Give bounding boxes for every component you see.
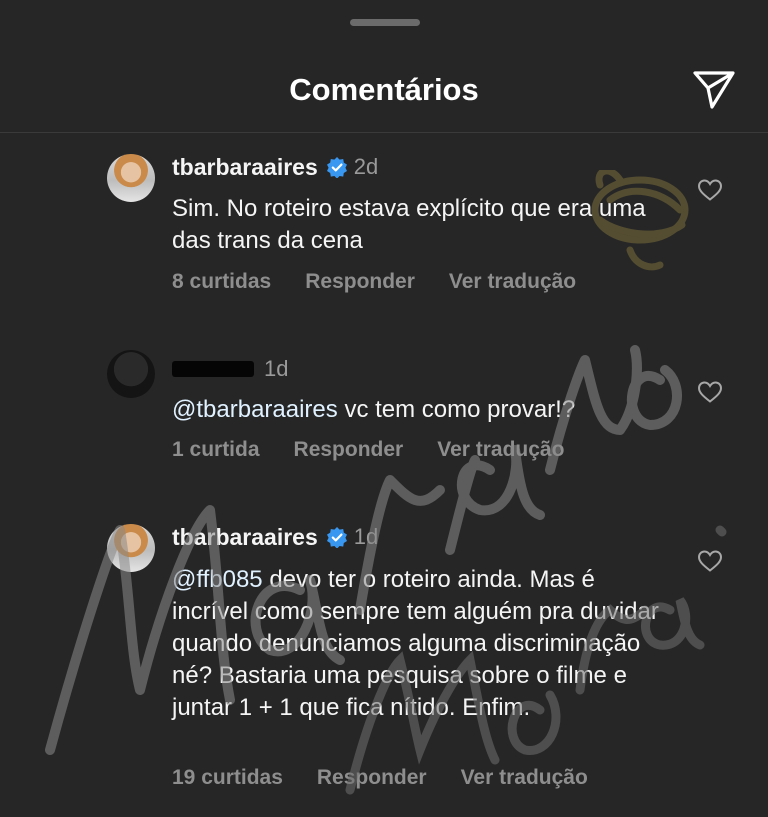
reply-button[interactable]: Responder — [294, 438, 404, 468]
reply-button[interactable]: Responder — [305, 270, 415, 300]
likes-count[interactable]: 19 curtidas — [172, 766, 283, 796]
reply-button[interactable]: Responder — [317, 766, 427, 796]
comment-username[interactable]: tbarbaraaires — [172, 524, 318, 551]
heart-icon[interactable] — [697, 380, 723, 404]
comment-text: @ffb085 devo ter o roteiro ainda. Mas é … — [172, 564, 662, 724]
send-icon[interactable] — [690, 68, 738, 112]
comment-time: 2d — [353, 154, 379, 179]
comment-body: vc tem como provar!? — [337, 396, 576, 423]
avatar[interactable] — [107, 524, 155, 572]
verified-badge-icon — [326, 157, 347, 178]
heart-icon[interactable] — [697, 178, 723, 202]
sheet-grabber[interactable] — [350, 19, 420, 26]
comment-time: 1d — [264, 356, 289, 381]
page-title: Comentários — [289, 72, 479, 107]
translate-button[interactable]: Ver tradução — [461, 766, 588, 796]
likes-count[interactable]: 8 curtidas — [172, 270, 271, 300]
likes-count[interactable]: 1 curtida — [172, 438, 260, 468]
comments-sheet: Comentários tbarbaraaires 2d Sim. No rot… — [0, 0, 768, 817]
comment-time: 1d — [353, 524, 379, 549]
avatar[interactable] — [107, 154, 155, 202]
translate-button[interactable]: Ver tradução — [449, 270, 576, 300]
comment-text: Sim. No roteiro estava explícito que era… — [172, 195, 646, 254]
comment-mention[interactable]: @tbarbaraaires — [172, 396, 338, 423]
header: Comentários — [0, 60, 768, 132]
comment-text: @tbarbaraaires vc tem como provar!? — [172, 394, 692, 426]
translate-button[interactable]: Ver tradução — [437, 438, 564, 468]
header-divider — [0, 132, 768, 133]
comment-mention[interactable]: @ffb085 — [172, 566, 263, 593]
heart-icon[interactable] — [697, 549, 723, 573]
comment-username[interactable]: tbarbaraaires — [172, 154, 318, 181]
redacted-username — [172, 361, 254, 377]
verified-badge-icon — [326, 527, 347, 548]
avatar[interactable] — [107, 350, 155, 398]
